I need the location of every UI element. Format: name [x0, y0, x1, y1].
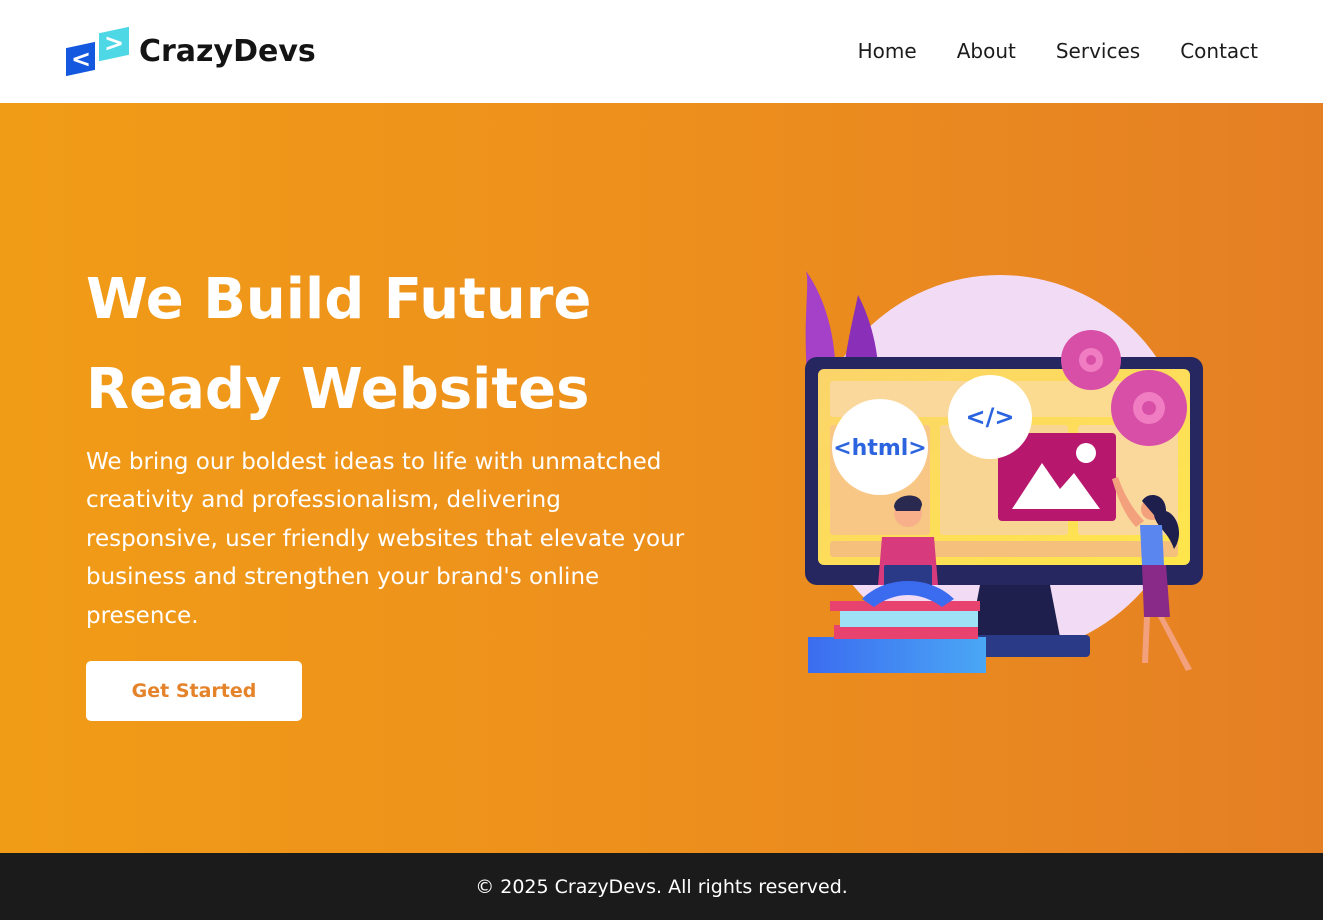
top-navbar: < > CrazyDevs Home About Services Contac… — [0, 0, 1323, 103]
get-started-button[interactable]: Get Started — [86, 661, 302, 721]
brand-name: CrazyDevs — [139, 33, 316, 69]
hero-title-line-2: Ready Websites — [86, 357, 590, 422]
nav-link-services[interactable]: Services — [1056, 38, 1140, 64]
footer-copyright: © 2025 CrazyDevs. All rights reserved. — [475, 875, 848, 898]
nav-link-contact[interactable]: Contact — [1180, 38, 1258, 64]
hero-description: We bring our boldest ideas to life with … — [86, 449, 685, 629]
hero-title-line-1: We Build Future — [86, 267, 592, 332]
html-badge-label: <html> — [833, 436, 927, 461]
main-nav: Home About Services Contact — [858, 38, 1258, 64]
brand-logo[interactable]: < > CrazyDevs — [66, 26, 316, 77]
page-footer: © 2025 CrazyDevs. All rights reserved. — [0, 853, 1323, 920]
nav-link-about[interactable]: About — [957, 38, 1016, 64]
web-development-illustration: <html> </> — [805, 271, 1203, 673]
gear-icon — [1111, 370, 1187, 446]
monitor-stand — [970, 585, 1060, 637]
nav-link-home[interactable]: Home — [858, 38, 917, 64]
code-badge-label: </> — [966, 403, 1015, 431]
book-stack — [808, 637, 986, 673]
gear-icon — [1061, 330, 1121, 390]
code-brackets-icon: < > — [66, 26, 130, 77]
hero-title: We Build Future Ready Websites — [86, 255, 726, 435]
